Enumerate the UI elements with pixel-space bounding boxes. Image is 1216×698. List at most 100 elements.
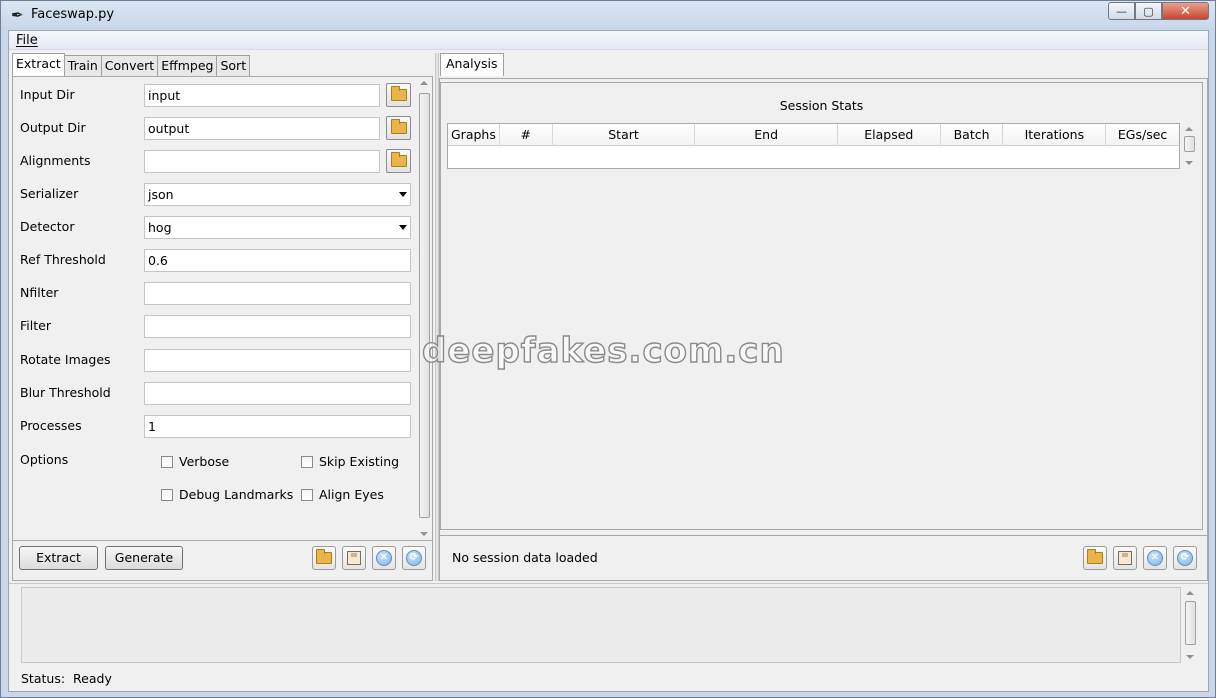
scroll-thumb[interactable] <box>1185 601 1196 645</box>
ref-threshold-field[interactable]: 0.6 <box>144 249 411 272</box>
status-bar: Status: Ready <box>21 671 120 686</box>
alignments-field[interactable] <box>144 150 380 173</box>
nfilter-row: Nfilter <box>20 282 420 306</box>
serializer-select[interactable]: json <box>144 183 411 206</box>
column-header[interactable]: Start <box>553 124 696 146</box>
column-header[interactable]: End <box>695 124 838 146</box>
tab-extract[interactable]: Extract <box>12 53 65 76</box>
blur-threshold-row: Blur Threshold <box>20 382 420 406</box>
serializer-row: Serializer json <box>20 183 420 207</box>
ref-threshold-row: Ref Threshold 0.6 <box>20 249 420 273</box>
menu-file[interactable]: File <box>16 33 38 48</box>
column-header[interactable]: Graphs <box>448 124 500 146</box>
blur-threshold-field[interactable] <box>144 382 411 405</box>
save-session-button[interactable] <box>1113 546 1137 570</box>
session-stats-table: Graphs # Start End Elapsed Batch Iterati… <box>447 123 1180 169</box>
stats-scrollbar[interactable] <box>1182 123 1197 169</box>
alignments-label: Alignments <box>20 153 91 168</box>
skip-existing-label: Skip Existing <box>319 454 400 469</box>
clear-session-button[interactable]: ✕ <box>1143 546 1167 570</box>
alignments-browse-button[interactable] <box>386 149 411 173</box>
folder-icon <box>390 86 407 101</box>
tab-analysis[interactable]: Analysis <box>440 53 504 76</box>
scroll-thumb[interactable] <box>419 93 430 518</box>
input-dir-label: Input Dir <box>20 87 75 102</box>
checkbox-box[interactable] <box>161 455 173 468</box>
generate-button[interactable]: Generate <box>105 546 183 570</box>
processes-label: Processes <box>20 418 82 433</box>
column-header[interactable]: Iterations <box>1003 124 1107 146</box>
skip-existing-checkbox[interactable]: Skip Existing <box>301 454 399 469</box>
watermark-text: deepfakes.com.cn <box>421 330 785 371</box>
checkbox-box[interactable] <box>301 488 313 501</box>
output-dir-browse-button[interactable] <box>386 116 411 140</box>
clear-config-button[interactable]: ✕ <box>372 546 396 570</box>
processes-row: Processes 1 <box>20 415 420 439</box>
feather-icon: ✒ <box>11 6 24 24</box>
reset-config-button[interactable]: ⟳ <box>402 546 426 570</box>
scroll-up-icon[interactable] <box>1185 127 1193 131</box>
analysis-panel: Session Stats Graphs # Start End Elapsed… <box>439 78 1208 536</box>
debug-landmarks-label: Debug Landmarks <box>179 487 294 502</box>
serializer-label: Serializer <box>20 186 79 201</box>
filter-label: Filter <box>20 318 51 333</box>
checkbox-box[interactable] <box>161 488 173 501</box>
scroll-down-icon[interactable] <box>1186 655 1194 659</box>
column-header[interactable]: EGs/sec <box>1106 124 1179 146</box>
tab-effmpeg[interactable]: Effmpeg <box>157 55 218 76</box>
session-stats-title: Session Stats <box>779 98 864 113</box>
detector-value: hog <box>148 220 172 235</box>
column-header[interactable]: # <box>500 124 553 146</box>
reset-session-button[interactable]: ⟳ <box>1173 546 1197 570</box>
save-icon <box>1118 551 1132 565</box>
right-action-bar: No session data loaded ✕ ⟳ <box>439 536 1208 581</box>
nfilter-field[interactable] <box>144 282 411 305</box>
rotate-images-row: Rotate Images <box>20 349 420 373</box>
debug-landmarks-checkbox[interactable]: Debug Landmarks <box>161 487 293 502</box>
input-dir-browse-button[interactable] <box>386 83 411 107</box>
scroll-down-icon[interactable] <box>1185 161 1193 165</box>
scroll-thumb[interactable] <box>1184 136 1195 152</box>
minimize-button[interactable]: — <box>1108 2 1135 20</box>
close-button[interactable]: ✕ <box>1162 2 1209 20</box>
verbose-checkbox[interactable]: Verbose <box>161 454 229 469</box>
column-header[interactable]: Elapsed <box>838 124 941 146</box>
options-label: Options <box>20 452 69 467</box>
client-area: File Extract Train Convert Effmpeg Sort … <box>8 30 1209 692</box>
align-eyes-checkbox[interactable]: Align Eyes <box>301 487 384 502</box>
tab-convert[interactable]: Convert <box>100 55 159 76</box>
output-dir-field[interactable]: output <box>144 117 380 140</box>
checkbox-box[interactable] <box>301 455 313 468</box>
console-scrollbar[interactable] <box>1183 587 1198 663</box>
scroll-up-icon[interactable] <box>1186 591 1194 595</box>
table-header: Graphs # Start End Elapsed Batch Iterati… <box>448 124 1179 146</box>
save-config-button[interactable] <box>342 546 366 570</box>
chevron-down-icon <box>399 192 407 197</box>
tab-train[interactable]: Train <box>63 55 102 76</box>
folder-icon <box>390 119 407 134</box>
console-output[interactable] <box>21 587 1181 663</box>
extract-button[interactable]: Extract <box>19 546 98 570</box>
column-header[interactable]: Batch <box>941 124 1004 146</box>
load-session-button[interactable] <box>1083 546 1107 570</box>
input-dir-field[interactable]: input <box>144 84 380 107</box>
processes-field[interactable]: 1 <box>144 415 411 438</box>
tab-sort[interactable]: Sort <box>216 55 251 76</box>
console-panel <box>9 583 1208 667</box>
input-dir-row: Input Dir input <box>20 83 420 108</box>
detector-select[interactable]: hog <box>144 216 411 239</box>
alignments-row: Alignments <box>20 149 420 174</box>
maximize-button[interactable]: ▢ <box>1135 2 1162 20</box>
options-scrollbar[interactable] <box>417 77 432 540</box>
scroll-up-icon[interactable] <box>420 81 428 85</box>
app-window: ✒ Faceswap.py — ▢ ✕ File Extract Train C… <box>0 0 1216 698</box>
serializer-value: json <box>148 187 174 202</box>
rotate-images-field[interactable] <box>144 349 411 372</box>
chevron-down-icon <box>399 225 407 230</box>
save-icon <box>347 551 361 565</box>
clear-icon: ✕ <box>1147 550 1163 566</box>
scroll-down-icon[interactable] <box>420 532 428 536</box>
status-value: Ready <box>73 671 112 686</box>
load-config-button[interactable] <box>312 546 336 570</box>
filter-field[interactable] <box>144 315 411 338</box>
